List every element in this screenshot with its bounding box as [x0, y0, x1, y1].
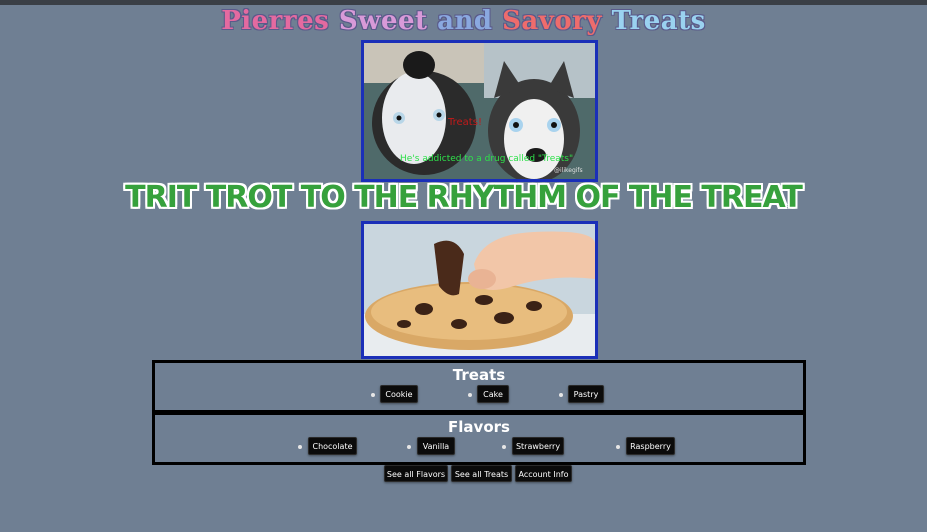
chocolate-button[interactable]: Chocolate [308, 437, 357, 455]
see-all-flavors-button[interactable]: See all Flavors [384, 465, 448, 482]
husky-gif-image: Treats! He's addicted to a drug called "… [361, 40, 598, 182]
cookie-button[interactable]: Cookie [380, 385, 418, 403]
gif-caption-bottom: He's addicted to a drug called "Treats" [400, 154, 573, 164]
see-all-treats-button[interactable]: See all Treats [451, 465, 512, 482]
cookie-image [361, 221, 598, 359]
account-info-button[interactable]: Account Info [515, 465, 572, 482]
pastry-button[interactable]: Pastry [568, 385, 604, 403]
banner-slogan: Trit trot to the rhythm of the treat [125, 180, 803, 215]
flavors-panel: Flavors Chocolate Vanilla Strawberry Ras… [152, 412, 806, 465]
husky-gif-illustration: Treats! He's addicted to a drug called "… [364, 43, 595, 179]
flavors-heading: Flavors [448, 418, 510, 436]
treats-panel: Treats Cookie Cake Pastry [152, 360, 806, 413]
title-word-4: Savory [502, 6, 603, 36]
site-title: Pierres Sweet and Savory Treats [0, 6, 927, 36]
treats-heading: Treats [452, 366, 506, 384]
title-word-2: Sweet [338, 6, 428, 36]
bullet [407, 445, 411, 449]
raspberry-button[interactable]: Raspberry [626, 437, 675, 455]
bottom-nav: See all Flavors See all Treats Account I… [0, 465, 927, 483]
title-word-1: Pierres [221, 6, 330, 36]
bullet [298, 445, 302, 449]
cookie-illustration [364, 224, 595, 356]
browser-top-bar [0, 0, 927, 5]
gif-watermark: @ilikegifs [554, 167, 583, 174]
cake-button[interactable]: Cake [477, 385, 509, 403]
title-word-3: and [437, 6, 493, 36]
bullet [371, 393, 375, 397]
bullet [502, 445, 506, 449]
bullet [616, 445, 620, 449]
bullet [559, 393, 563, 397]
gif-caption-top: Treats! [447, 117, 482, 128]
strawberry-button[interactable]: Strawberry [512, 437, 564, 455]
title-word-5: Treats [611, 6, 706, 36]
bullet [468, 393, 472, 397]
vanilla-button[interactable]: Vanilla [417, 437, 455, 455]
